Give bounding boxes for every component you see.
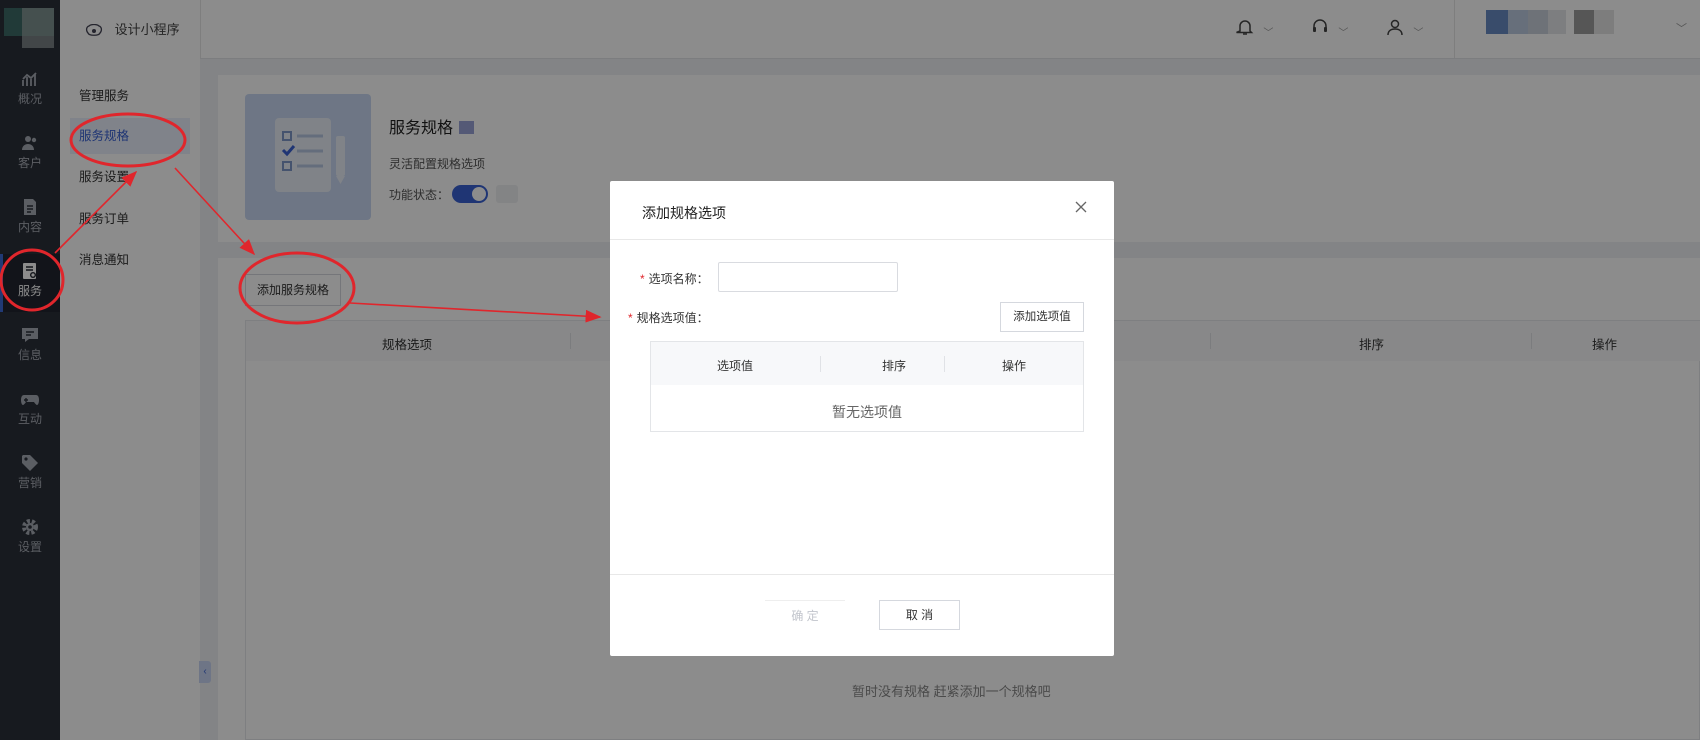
add-option-value-button[interactable]: 添加选项值 — [1000, 302, 1084, 332]
dialog-divider — [610, 574, 1114, 575]
confirm-button[interactable]: 确 定 — [765, 600, 845, 631]
dialog-divider — [610, 239, 1114, 240]
close-icon[interactable] — [1073, 199, 1089, 215]
option-values-label-text: 规格选项值： — [636, 311, 709, 325]
add-spec-option-dialog: 添加规格选项 * 选项名称： * 规格选项值： 添加选项值 选项值 排序 操作 暂无… — [610, 181, 1114, 656]
option-name-label: * 选项名称： — [640, 270, 709, 287]
required-mark: * — [640, 272, 645, 286]
column-divider — [944, 356, 945, 372]
option-values-label: * 规格选项值： — [628, 309, 709, 326]
option-values-empty-text: 暂无选项值 — [832, 404, 902, 420]
column-header: 选项值 — [717, 359, 754, 373]
column-header: 操作 — [1002, 359, 1027, 373]
option-name-label-text: 选项名称： — [648, 272, 709, 286]
column-header: 排序 — [882, 359, 907, 373]
cancel-button[interactable]: 取 消 — [879, 600, 960, 630]
column-divider — [820, 356, 821, 372]
option-name-input[interactable] — [718, 262, 898, 292]
required-mark: * — [628, 311, 633, 325]
dialog-title: 添加规格选项 — [642, 205, 726, 221]
